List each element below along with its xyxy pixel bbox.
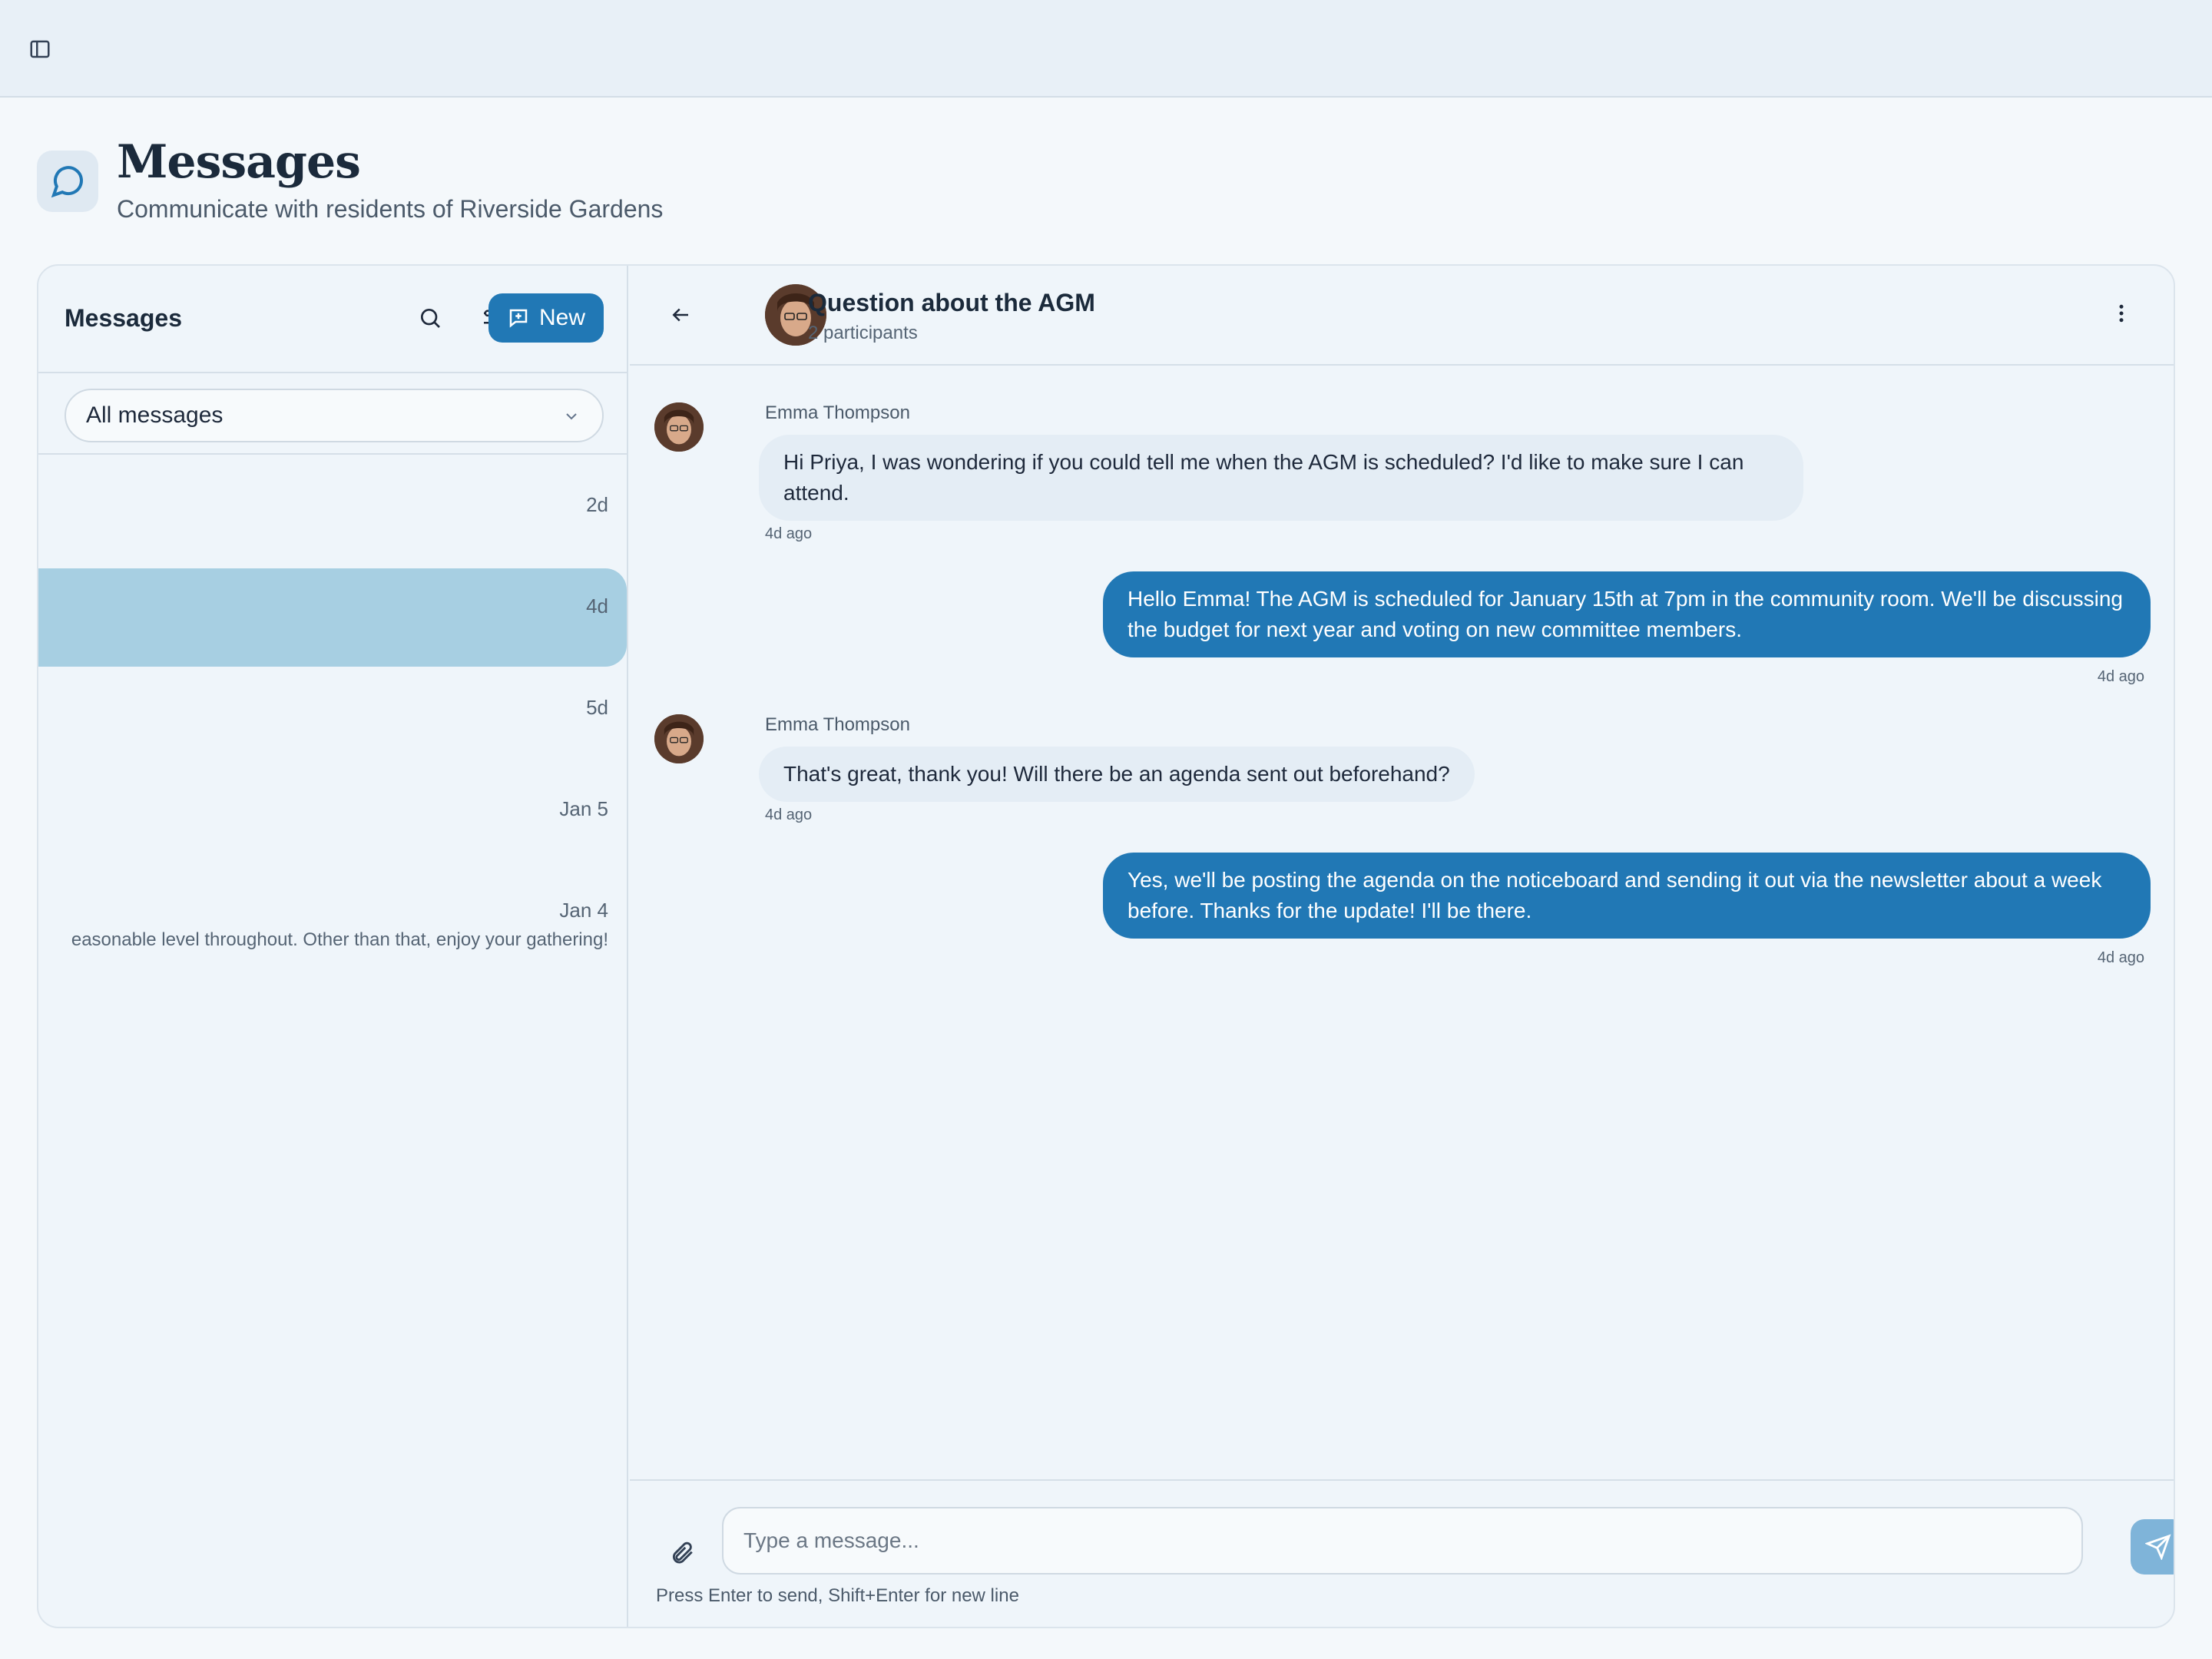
send-button[interactable]	[2131, 1519, 2174, 1575]
message-sender: Emma Thompson	[765, 714, 910, 735]
conversation-time: 4d	[586, 594, 608, 618]
conversation-time: 5d	[586, 696, 608, 719]
message-time: 4d ago	[765, 806, 813, 823]
message-time: 4d ago	[2097, 949, 2144, 966]
filter-value: All messages	[86, 402, 224, 428]
conversation-time: Jan 4	[559, 899, 608, 922]
conversation-preview: easonable level throughout. Other than t…	[71, 929, 608, 950]
avatar	[654, 714, 704, 763]
chat-pane: Question about the AGM 2 participants Em…	[630, 266, 2174, 1627]
new-message-icon	[509, 309, 528, 328]
conversation-item[interactable]: 2d	[38, 467, 627, 565]
conversation-time: Jan 5	[559, 797, 608, 820]
conversation-item[interactable]: Jan 4 easonable level throughout. Other …	[38, 873, 627, 971]
chat-title: Question about the AGM	[808, 289, 1095, 316]
search-icon[interactable]	[410, 298, 450, 338]
top-bar	[0, 0, 2212, 98]
filter-row: All messages	[38, 375, 627, 455]
paperclip-icon[interactable]	[665, 1536, 699, 1570]
page-title: Messages	[117, 135, 361, 189]
message-composer: Press Enter to send, Shift+Enter for new…	[630, 1479, 2174, 1627]
avatar	[654, 402, 704, 452]
chat-header: Question about the AGM 2 participants	[630, 266, 2174, 366]
conversation-item[interactable]: Jan 5	[38, 771, 627, 869]
page-subtitle: Communicate with residents of Riverside …	[117, 195, 664, 223]
message-bubble-outgoing: Hello Emma! The AGM is scheduled for Jan…	[1103, 571, 2151, 657]
new-message-label: New	[538, 305, 585, 330]
more-options-icon[interactable]	[2106, 298, 2137, 329]
participants-count: 2 participants	[808, 323, 918, 343]
message-bubble-incoming: Hi Priya, I was wondering if you could t…	[759, 435, 1803, 521]
composer-hint: Press Enter to send, Shift+Enter for new…	[656, 1585, 1019, 1606]
message-bubble-incoming: That's great, thank you! Will there be a…	[759, 747, 1475, 802]
send-icon	[2145, 1534, 2171, 1560]
new-message-button[interactable]: New	[488, 293, 604, 343]
message-filter-select[interactable]: All messages	[65, 389, 604, 442]
messages-panel: Messages New All messages 2d 4d 5d Jan 5…	[37, 264, 2175, 1628]
conversation-list-title: Messages	[65, 304, 182, 332]
conversation-time: 2d	[586, 493, 608, 516]
message-input[interactable]	[722, 1507, 2083, 1575]
message-time: 4d ago	[765, 525, 813, 542]
message-bubble-outgoing: Yes, we'll be posting the agenda on the …	[1103, 853, 2151, 939]
message-time: 4d ago	[2097, 668, 2144, 685]
back-arrow-icon[interactable]	[665, 300, 696, 330]
chat-bubble-icon	[37, 151, 98, 212]
conversation-item[interactable]: 5d	[38, 670, 627, 768]
chevron-down-icon	[566, 413, 577, 420]
conversation-list-header: Messages New	[38, 266, 627, 373]
conversation-list-pane: Messages New All messages 2d 4d 5d Jan 5…	[38, 266, 628, 1627]
sidebar-toggle-icon[interactable]	[26, 35, 54, 63]
message-sender: Emma Thompson	[765, 402, 910, 423]
conversation-item-active[interactable]: 4d	[38, 568, 627, 667]
